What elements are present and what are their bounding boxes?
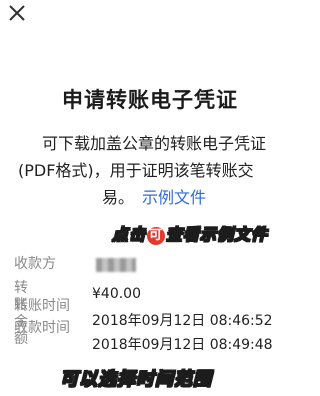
annotation-badge: 可 — [147, 227, 166, 245]
amount-value: ¥40.00 — [92, 286, 141, 302]
annotation-tap-post: 查看示例文件 — [165, 224, 269, 244]
description-line-3-text: 易。 — [101, 188, 134, 207]
receive-time-value[interactable]: 2018年09月12日 08:49:48 — [92, 334, 273, 354]
annotation-tap-pre: 点击 — [111, 224, 147, 244]
payee-value-blurred — [96, 258, 136, 272]
transfer-time-label: 转账时间 — [14, 298, 70, 314]
description-line-3: 易。 示例文件 — [18, 184, 290, 211]
page-title: 申请转账电子凭证 — [62, 88, 238, 112]
annotation-select-time-range: 可以选择时间范围 — [59, 368, 212, 390]
payee-label: 收款方 — [14, 256, 56, 272]
annotation-view-example: 点击可查看示例文件 — [111, 221, 269, 245]
example-file-link[interactable]: 示例文件 — [142, 188, 206, 207]
close-icon[interactable] — [6, 2, 28, 24]
description: 可下载加盖公章的转账电子凭证 (PDF格式)，用于证明该笔转账交 易。 示例文件 — [18, 130, 290, 211]
transfer-time-value[interactable]: 2018年09月12日 08:46:52 — [92, 310, 273, 330]
receive-time-label: 收款时间 — [14, 320, 70, 336]
description-line-1: 可下载加盖公章的转账电子凭证 — [41, 134, 266, 153]
description-line-2: (PDF格式)，用于证明该笔转账交 — [18, 161, 254, 180]
